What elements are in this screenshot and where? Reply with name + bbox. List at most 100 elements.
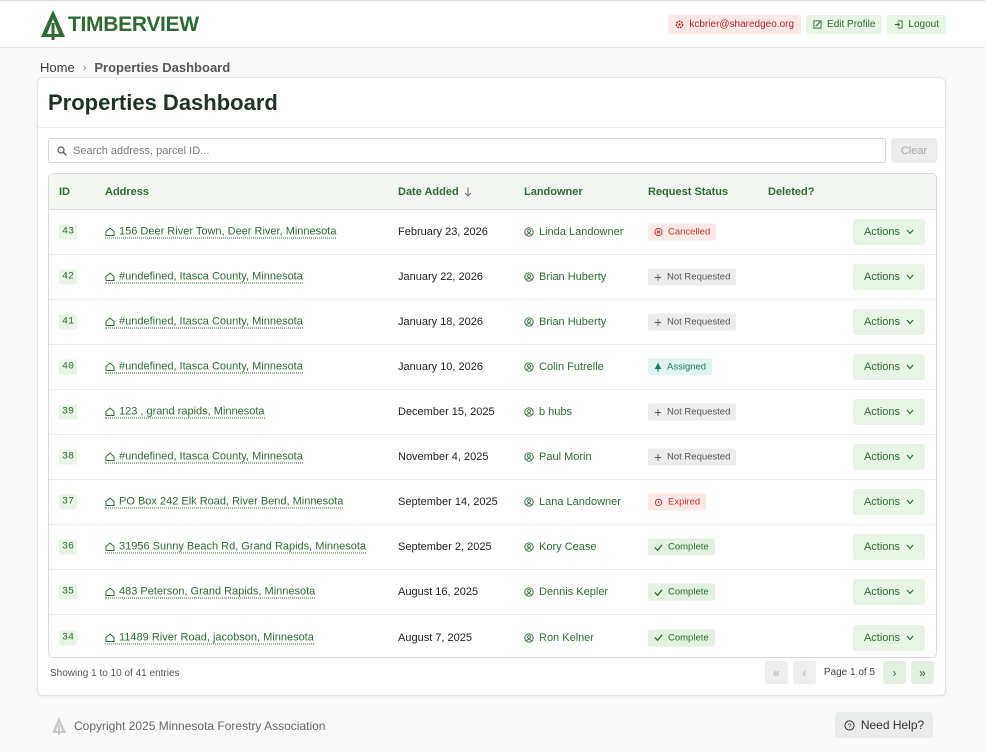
search-input[interactable] [73, 144, 853, 157]
address-link[interactable]: #undefined, Itasca County, Minnesota [105, 451, 303, 464]
need-help-label: Need Help? [860, 718, 925, 732]
page-title: Properties Dashboard [48, 90, 278, 115]
landowner-link[interactable]: b hubs [524, 406, 572, 418]
actions-label: Actions [863, 541, 901, 553]
row-id-cell: 39 [59, 404, 78, 420]
chevron-down-icon [906, 499, 914, 505]
actions-label: Actions [863, 226, 901, 238]
landowner-name: Linda Landowner [539, 226, 624, 238]
address-link[interactable]: 156 Deer River Town, Deer River, Minneso… [105, 225, 337, 239]
address-link[interactable]: 11489 River Road, jacobson, Minnesota [105, 631, 314, 644]
table-row: 34 11489 River Road, jacobson, Minnesota A… [49, 615, 936, 657]
landowner-link[interactable]: Brian Huberty [524, 316, 606, 328]
address-link[interactable]: 123 , grand rapids, Minnesota [105, 406, 265, 419]
actions-dropdown-button[interactable]: Actions [853, 579, 925, 605]
column-header-deleted[interactable]: Deleted? [768, 186, 814, 198]
logout-icon [895, 20, 903, 29]
landowner-link[interactable]: Dennis Kepler [524, 586, 608, 598]
footer-copyright: Copyright 2025 Minnesota Forestry Associ… [51, 717, 325, 735]
actions-dropdown-button[interactable]: Actions [853, 309, 925, 335]
need-help-button[interactable]: ? Need Help? [835, 712, 933, 738]
clear-button[interactable]: Clear [891, 138, 937, 163]
landowner-link[interactable]: Paul Morin [524, 451, 592, 463]
svg-text:?: ? [847, 721, 851, 730]
user-circle-icon [524, 587, 534, 597]
date-added-cell: December 15, 2025 [398, 406, 495, 418]
actions-dropdown-button[interactable]: Actions [853, 624, 925, 651]
column-header-address[interactable]: Address [105, 186, 149, 198]
status-badge: Not Requested [648, 403, 737, 421]
row-id-cell: 34 [59, 630, 78, 645]
actions-dropdown-button[interactable]: Actions [853, 489, 925, 515]
landowner-link[interactable]: Ron Kelner [524, 632, 594, 644]
table-row: 35 483 Peterson, Grand Rapids, Minnesota A… [49, 570, 936, 615]
tree-icon [654, 362, 662, 372]
row-id-cell: 41 [59, 314, 78, 330]
actions-dropdown-button[interactable]: Actions [853, 264, 925, 290]
landowner-name: Paul Morin [539, 451, 592, 463]
row-id-cell: 35 [59, 584, 78, 600]
edit-profile-button[interactable]: Edit Profile [806, 15, 883, 34]
last-page-button[interactable]: » [911, 661, 934, 684]
status-badge: Cancelled [648, 223, 717, 241]
first-page-button[interactable]: « [764, 661, 788, 684]
landowner-link[interactable]: Brian Huberty [524, 271, 606, 283]
prev-page-button[interactable]: ‹ [792, 661, 816, 684]
status-badge: Expired [648, 493, 707, 511]
date-added-cell: January 22, 2026 [398, 271, 484, 283]
user-email-button[interactable]: kcbrier@sharedgeo.org [668, 15, 802, 34]
user-circle-icon [524, 317, 534, 327]
actions-dropdown-button[interactable]: Actions [853, 219, 925, 245]
user-circle-icon [524, 632, 534, 643]
table-row: 40 #undefined, Itasca County, Minnesota Ja… [49, 345, 936, 390]
date-added-cell: September 14, 2025 [398, 496, 498, 508]
address-link[interactable]: #undefined, Itasca County, Minnesota [105, 316, 303, 329]
check-icon [654, 543, 663, 551]
brand-logo[interactable]: TIMBERVIEW [40, 10, 199, 40]
address-link[interactable]: #undefined, Itasca County, Minnesota [105, 361, 303, 374]
id-badge: 37 [59, 494, 78, 510]
top-navbar: TIMBERVIEW kcbrier@sharedgeo.org Edit Pr… [0, 0, 985, 48]
actions-label: Actions [863, 451, 901, 463]
column-header-request-status[interactable]: Request Status [648, 186, 728, 198]
id-badge: 35 [59, 584, 78, 600]
breadcrumb-home-link[interactable]: Home [40, 60, 75, 75]
landowner-link[interactable]: Colin Futrelle [524, 361, 604, 373]
id-badge: 40 [59, 359, 78, 375]
date-added-cell: January 18, 2026 [398, 316, 484, 328]
row-id-cell: 38 [59, 449, 78, 465]
actions-dropdown-button[interactable]: Actions [853, 534, 925, 560]
address-link[interactable]: PO Box 242 Elk Road, River Bend, Minneso… [105, 496, 344, 509]
table-row: 38 #undefined, Itasca County, Minnesota No… [49, 435, 936, 480]
actions-label: Actions [863, 586, 901, 598]
address-link[interactable]: 31956 Sunny Beach Rd, Grand Rapids, Minn… [105, 541, 367, 554]
user-circle-icon [524, 362, 534, 372]
landowner-name: Lana Landowner [539, 496, 621, 508]
address-link[interactable]: #undefined, Itasca County, Minnesota [105, 271, 303, 284]
next-page-button[interactable]: › [883, 661, 906, 684]
landowner-name: Brian Huberty [539, 316, 607, 328]
landowner-link[interactable]: Linda Landowner [524, 226, 623, 238]
actions-dropdown-button[interactable]: Actions [853, 354, 925, 380]
column-header-id[interactable]: ID [59, 186, 70, 198]
column-header-landowner[interactable]: Landowner [524, 186, 583, 198]
search-icon [57, 145, 67, 156]
status-label: Not Requested [667, 316, 731, 328]
actions-dropdown-button[interactable]: Actions [853, 399, 925, 425]
home-icon [105, 407, 115, 417]
landowner-link[interactable]: Lana Landowner [524, 496, 621, 508]
address-text: 11489 River Road, jacobson, Minnesota [119, 631, 314, 643]
user-circle-icon [524, 272, 534, 282]
column-header-date-added[interactable]: Date Added [398, 186, 472, 198]
landowner-link[interactable]: Kory Cease [524, 541, 596, 553]
status-badge: Not Requested [648, 268, 737, 286]
address-link[interactable]: 483 Peterson, Grand Rapids, Minnesota [105, 586, 316, 599]
address-text: 156 Deer River Town, Deer River, Minneso… [119, 225, 337, 238]
check-icon [654, 588, 663, 596]
help-icon: ? [844, 719, 855, 731]
gear-icon [676, 20, 684, 29]
status-label: Complete [668, 541, 709, 553]
logout-button[interactable]: Logout [887, 15, 946, 34]
status-label: Assigned [667, 361, 707, 373]
actions-dropdown-button[interactable]: Actions [853, 444, 925, 470]
